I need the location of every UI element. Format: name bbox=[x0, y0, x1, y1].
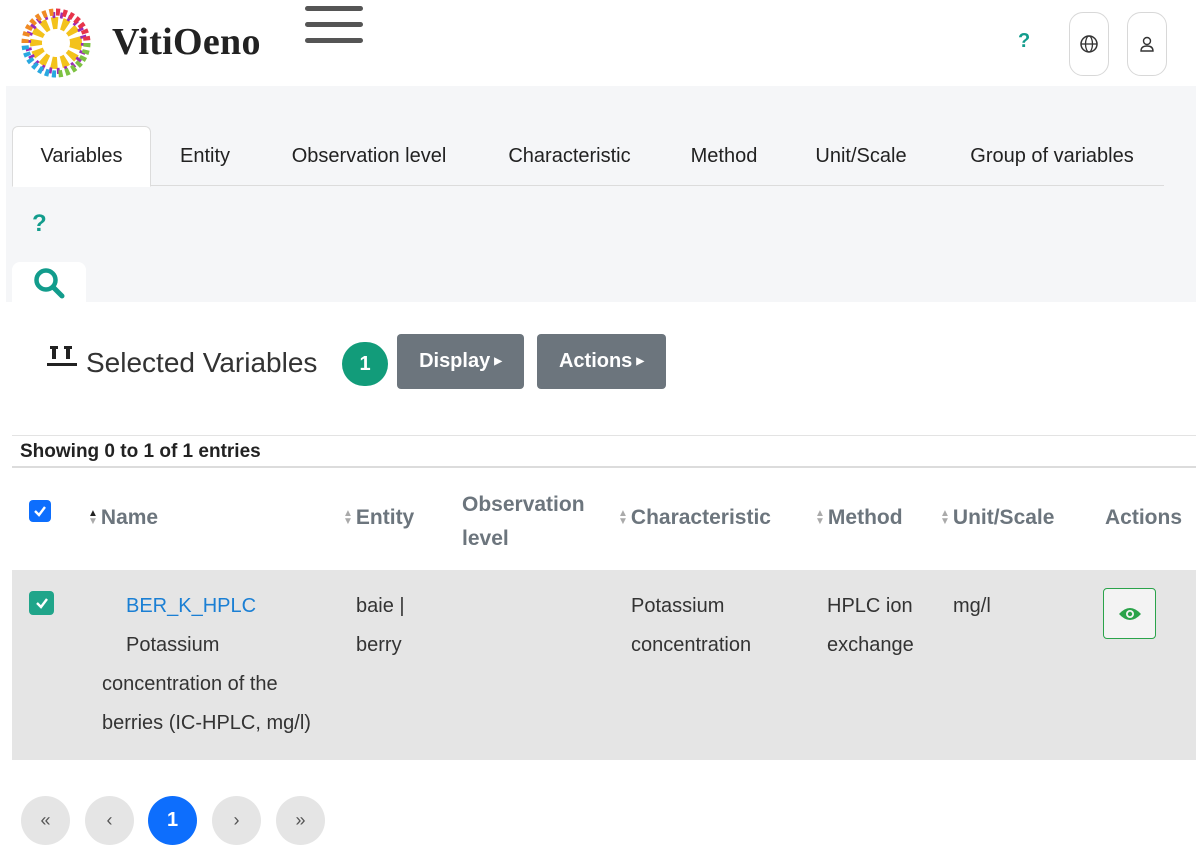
pagination-page-1[interactable]: 1 bbox=[148, 796, 197, 845]
test-tubes-icon bbox=[47, 346, 77, 366]
selected-variables-title: Selected Variables bbox=[86, 347, 318, 378]
display-button[interactable]: Display ▶ bbox=[397, 334, 524, 389]
vitioeno-logo[interactable] bbox=[16, 8, 96, 78]
eye-icon bbox=[1118, 607, 1141, 620]
top-navbar: VitiOeno ? bbox=[0, 0, 1200, 86]
entries-info: Showing 0 to 1 of 1 entries bbox=[20, 441, 261, 462]
column-header-entity[interactable]: ▲ ▼ Entity bbox=[343, 506, 414, 530]
tab-unit-scale[interactable]: Unit/Scale bbox=[801, 126, 921, 186]
sort-icon: ▲ ▼ bbox=[815, 508, 825, 527]
column-header-label: Characteristic bbox=[630, 506, 771, 529]
column-header-label: Unit/Scale bbox=[952, 506, 1055, 529]
column-header-name[interactable]: ▲ ▼ Name bbox=[88, 506, 158, 530]
sort-icon: ▲ ▼ bbox=[343, 508, 353, 527]
tab-entity[interactable]: Entity bbox=[162, 126, 248, 186]
pagination-first-button[interactable]: « bbox=[21, 796, 70, 845]
divider bbox=[12, 466, 1196, 468]
pagination-next-button[interactable]: › bbox=[212, 796, 261, 845]
tab-group-of-variables[interactable]: Group of variables bbox=[952, 126, 1152, 186]
view-variable-button[interactable] bbox=[1103, 588, 1156, 639]
globe-icon bbox=[1080, 35, 1098, 53]
column-header-label: Observation level bbox=[462, 493, 585, 550]
cell-unit-scale: mg/l bbox=[953, 595, 991, 617]
caret-right-icon: ▶ bbox=[636, 356, 645, 367]
caret-right-icon: ▶ bbox=[494, 356, 502, 367]
menu-toggle-icon[interactable] bbox=[305, 4, 365, 48]
selected-count-badge: 1 bbox=[342, 342, 388, 386]
display-button-label: Display bbox=[419, 350, 491, 372]
column-header-label: Actions bbox=[1105, 506, 1183, 529]
variable-description: Potassium concentration of the berries (… bbox=[102, 634, 311, 734]
tab-observation-level[interactable]: Observation level bbox=[274, 126, 464, 186]
column-header-characteristic[interactable]: ▲ ▼ Characteristic bbox=[618, 506, 771, 530]
tab-characteristic[interactable]: Characteristic bbox=[492, 126, 647, 186]
variable-code-link[interactable]: BER_K_HPLC bbox=[126, 587, 256, 626]
pagination-last-button[interactable]: » bbox=[276, 796, 325, 845]
search-toggle[interactable] bbox=[12, 262, 86, 304]
actions-button-label: Actions bbox=[558, 350, 633, 372]
column-header-observation-level[interactable]: Observation level bbox=[462, 488, 602, 556]
cell-characteristic: Potassium concentration bbox=[631, 595, 752, 656]
cell-entity: baie | berry bbox=[356, 595, 405, 656]
header-help-icon[interactable]: ? bbox=[1018, 30, 1030, 53]
row-checkbox[interactable] bbox=[29, 591, 54, 615]
column-header-method[interactable]: ▲ ▼ Method bbox=[815, 506, 903, 530]
column-header-unit-scale[interactable]: ▲ ▼ Unit/Scale bbox=[940, 506, 1054, 530]
tab-method[interactable]: Method bbox=[677, 126, 771, 186]
user-icon bbox=[1140, 36, 1154, 52]
category-tabs: Variables Entity Observation level Chara… bbox=[12, 126, 1164, 187]
search-icon bbox=[34, 268, 65, 299]
tabs-band bbox=[6, 86, 1196, 302]
column-header-actions: Actions bbox=[1105, 506, 1182, 530]
check-icon bbox=[34, 506, 46, 517]
sort-icon: ▲ ▼ bbox=[618, 508, 628, 527]
select-all-checkbox[interactable] bbox=[29, 500, 51, 522]
sort-icon: ▲ ▼ bbox=[940, 508, 950, 527]
sort-icon: ▲ ▼ bbox=[88, 508, 98, 527]
column-header-label: Entity bbox=[355, 506, 415, 529]
column-header-label: Method bbox=[827, 506, 903, 529]
check-icon bbox=[35, 598, 48, 609]
variables-help-icon[interactable]: ? bbox=[32, 210, 47, 238]
column-header-label: Name bbox=[100, 506, 159, 529]
tab-variables[interactable]: Variables bbox=[12, 126, 151, 187]
cell-method: HPLC ion exchange bbox=[827, 595, 914, 656]
user-menu-button[interactable] bbox=[1127, 12, 1167, 76]
pagination-prev-button[interactable]: ‹ bbox=[85, 796, 134, 845]
language-button[interactable] bbox=[1069, 12, 1109, 76]
actions-button[interactable]: Actions ▶ bbox=[537, 334, 666, 389]
divider bbox=[12, 435, 1196, 436]
brand-name[interactable]: VitiOeno bbox=[112, 20, 261, 64]
